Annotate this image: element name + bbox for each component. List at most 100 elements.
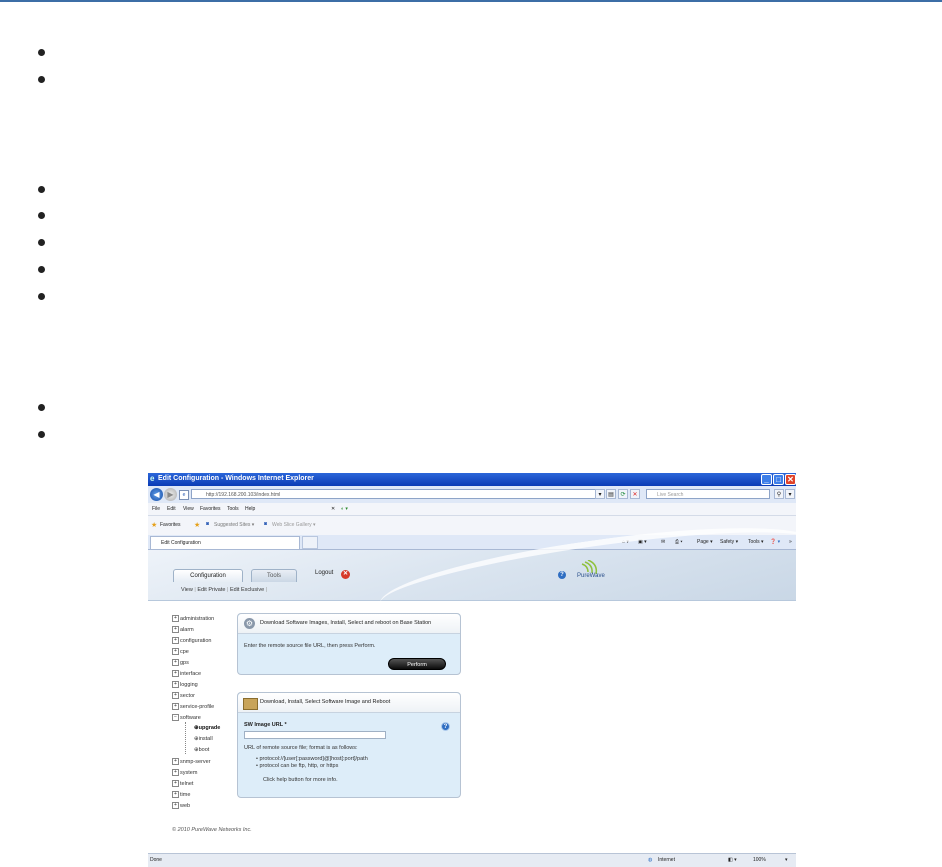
tree-connector — [185, 722, 186, 754]
sw-image-url-input[interactable] — [244, 731, 386, 739]
bullet-8 — [38, 404, 45, 411]
tab-tools[interactable]: Tools — [251, 569, 297, 582]
logout-icon[interactable]: ✕ — [341, 570, 350, 579]
panel-title: Download Software Images, Install, Selec… — [260, 620, 432, 626]
panel-header: Download, Install, Select Software Image… — [238, 693, 460, 713]
tree-item-snmp-server[interactable]: + snmp-server — [172, 758, 211, 765]
browser-tab-label: Edit Configuration — [161, 540, 201, 546]
tree-item-gps[interactable]: + gps — [172, 659, 189, 666]
panel-title: Download, Install, Select Software Image… — [260, 699, 391, 705]
subnav-edit-private[interactable]: Edit Private — [197, 587, 225, 593]
new-tab-button[interactable] — [302, 536, 318, 549]
download-images-panel: ⚙ Download Software Images, Install, Sel… — [237, 613, 461, 675]
tree-item-telnet[interactable]: + telnet — [172, 780, 193, 787]
menu-edit[interactable]: Edit — [167, 506, 176, 512]
window-titlebar: e Edit Configuration - Windows Internet … — [148, 473, 796, 486]
zoom-dropdown-icon[interactable]: ▾ — [785, 857, 788, 863]
minimize-button[interactable]: _ — [761, 474, 772, 485]
close-button[interactable]: ✕ — [785, 474, 796, 485]
security-icon[interactable]: ◧ ▾ — [728, 857, 737, 863]
gear-icon: ⚙ — [244, 618, 255, 629]
tree-item-time[interactable]: + time — [172, 791, 190, 798]
copyright: © 2010 PureWave Networks Inc. — [172, 827, 252, 833]
menu-tools[interactable]: Tools — [227, 506, 239, 512]
close-toolbar-icon[interactable]: ✕ — [331, 506, 335, 512]
bullet-7 — [38, 293, 45, 300]
search-icon[interactable]: ⚲ — [774, 489, 784, 499]
url-format-description: URL of remote source file; format is as … — [244, 745, 358, 751]
app-header — [148, 509, 796, 637]
zoom-label[interactable]: 100% — [753, 857, 766, 863]
help-hint: Click help button for more info. — [263, 777, 338, 783]
page-icon: e — [179, 490, 189, 500]
suggested-sites-link[interactable]: Suggested Sites ▾ — [214, 522, 254, 528]
brand-name: PureWave — [577, 573, 605, 579]
menu-favorites[interactable]: Favorites — [200, 506, 221, 512]
tree-item-web[interactable]: + web — [172, 802, 190, 809]
window-title: Edit Configuration - Windows Internet Ex… — [158, 475, 314, 482]
panel-instruction: Enter the remote source file URL, then p… — [244, 643, 376, 649]
perform-button[interactable]: Perform — [388, 658, 446, 670]
menu-help[interactable]: Help — [245, 506, 255, 512]
compatibility-icon[interactable]: ▤ — [606, 489, 616, 499]
top-divider — [0, 0, 942, 2]
bullet-4 — [38, 212, 45, 219]
back-button[interactable]: ◀ — [150, 488, 163, 501]
url-format-line: • protocol://[user[:password]@]host[:por… — [256, 756, 368, 762]
tab-configuration[interactable]: Configuration — [173, 569, 243, 582]
status-text: Done — [150, 857, 162, 863]
tree-item-upgrade[interactable]: ⊕upgrade — [194, 725, 220, 731]
sw-image-url-label: SW Image URL * — [244, 722, 287, 728]
tree-item-service-profile[interactable]: + service-profile — [172, 703, 214, 710]
bullet-5 — [38, 239, 45, 246]
favorites-star-icon: ★ — [151, 522, 158, 529]
search-options-icon[interactable]: ▾ — [785, 489, 795, 499]
maximize-button[interactable]: □ — [773, 474, 784, 485]
tree-item-administration[interactable]: + administration — [172, 615, 214, 622]
tree-item-configuration[interactable]: + configuration — [172, 637, 212, 644]
browser-screenshot: e Edit Configuration - Windows Internet … — [148, 473, 796, 867]
subnav-edit-exclusive[interactable]: Edit Exclusive — [230, 587, 264, 593]
web-slice-icon: ◙ — [264, 521, 268, 527]
bullet-2 — [38, 76, 45, 83]
bullet-3 — [38, 186, 45, 193]
add-favorite-icon[interactable]: ★ — [194, 521, 200, 529]
address-dropdown-icon[interactable]: ▾ — [595, 489, 605, 499]
tree-item-sector[interactable]: + sector — [172, 692, 195, 699]
refresh-icon[interactable]: ⟳ — [618, 489, 628, 499]
tree-item-install[interactable]: ⊕install — [194, 736, 213, 742]
subnav: View | Edit Private | Edit Exclusive | — [181, 587, 268, 593]
tree-item-interface[interactable]: + interface — [172, 670, 201, 677]
tree-item-system[interactable]: + system — [172, 769, 197, 776]
help-icon[interactable]: ? — [558, 571, 566, 579]
status-bar: Done ◍ Internet ◧ ▾ 100% ▾ — [148, 853, 796, 867]
bullet-1 — [38, 49, 45, 56]
address-field[interactable]: http://192.168.200.103/index.html — [191, 489, 599, 499]
tree-item-logging[interactable]: + logging — [172, 681, 198, 688]
panel-header: ⚙ Download Software Images, Install, Sel… — [238, 614, 460, 634]
bullet-9 — [38, 431, 45, 438]
tree-item-boot[interactable]: ⊕boot — [194, 747, 209, 753]
zone-label: Internet — [658, 857, 675, 863]
logout-link[interactable]: Logout — [315, 570, 333, 576]
menu-file[interactable]: File — [152, 506, 160, 512]
browser-tab[interactable]: Edit Configuration — [150, 536, 300, 549]
stop-icon[interactable]: ✕ — [630, 489, 640, 499]
help-icon[interactable]: ? — [441, 722, 450, 731]
tree-item-alarm[interactable]: + alarm — [172, 626, 194, 633]
forward-button[interactable]: ▶ — [164, 488, 177, 501]
subnav-view[interactable]: View — [181, 587, 193, 593]
web-slice-gallery-link[interactable]: Web Slice Gallery ▾ — [272, 522, 316, 528]
addon-icon[interactable]: ◐ ▾ — [341, 506, 348, 512]
image-icon — [243, 698, 258, 710]
menu-view[interactable]: View — [183, 506, 194, 512]
search-input[interactable]: Live Search — [646, 489, 770, 499]
tree-item-cpe[interactable]: + cpe — [172, 648, 189, 655]
menu-bar: File Edit View Favorites Tools Help ✕ ◐ … — [148, 503, 796, 516]
bullet-6 — [38, 266, 45, 273]
address-bar-row: ◀ ▶ e http://192.168.200.103/index.html … — [148, 486, 796, 503]
sw-image-panel: Download, Install, Select Software Image… — [237, 692, 461, 798]
favorites-button[interactable]: Favorites — [160, 522, 181, 528]
tree-item-software[interactable]: − software — [172, 714, 201, 721]
suggested-sites-icon: ◙ — [206, 521, 210, 527]
